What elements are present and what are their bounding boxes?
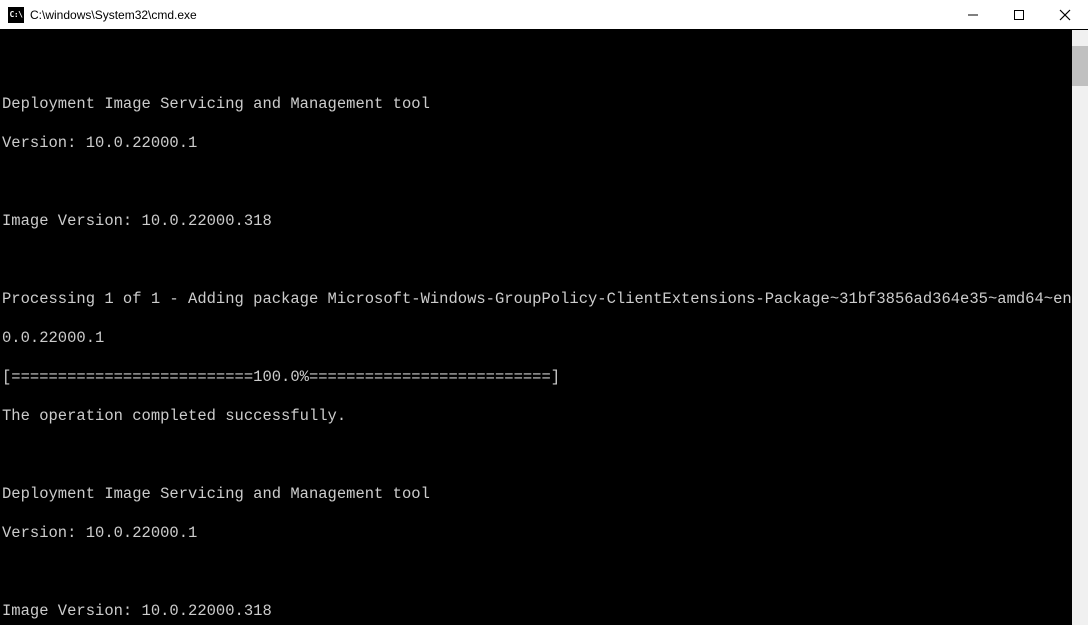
blank-line [2, 251, 1088, 271]
close-button[interactable] [1042, 0, 1088, 30]
blank-line [2, 563, 1088, 583]
processing-line-wrap: 0.0.22000.1 [2, 329, 1088, 349]
maximize-button[interactable] [996, 0, 1042, 30]
blank-line [2, 56, 1088, 76]
blank-line [2, 446, 1088, 466]
dism-heading: Deployment Image Servicing and Managemen… [2, 485, 1088, 505]
close-icon [1059, 9, 1071, 21]
minimize-icon [968, 10, 978, 20]
app-icon: C:\ [8, 7, 24, 23]
dism-version: Version: 10.0.22000.1 [2, 524, 1088, 544]
image-version: Image Version: 10.0.22000.318 [2, 212, 1088, 232]
progress-bar: [==========================100.0%=======… [2, 368, 1088, 388]
image-version: Image Version: 10.0.22000.318 [2, 602, 1088, 622]
minimize-button[interactable] [950, 0, 996, 30]
titlebar[interactable]: C:\ C:\windows\System32\cmd.exe [0, 0, 1088, 30]
scrollbar-thumb[interactable] [1072, 46, 1088, 86]
processing-line: Processing 1 of 1 - Adding package Micro… [2, 290, 1088, 310]
dism-heading: Deployment Image Servicing and Managemen… [2, 95, 1088, 115]
dism-version: Version: 10.0.22000.1 [2, 134, 1088, 154]
maximize-icon [1014, 10, 1024, 20]
vertical-scrollbar[interactable] [1072, 30, 1088, 625]
window-title: C:\windows\System32\cmd.exe [30, 8, 197, 22]
terminal-output[interactable]: Deployment Image Servicing and Managemen… [0, 30, 1088, 625]
operation-success: The operation completed successfully. [2, 407, 1088, 427]
blank-line [2, 173, 1088, 193]
